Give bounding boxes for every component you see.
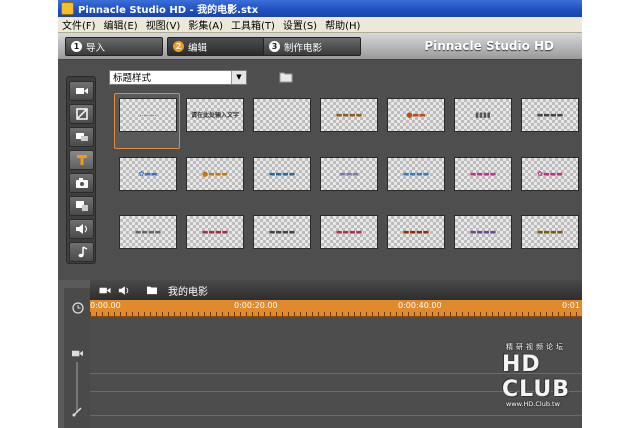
title-thumbnail[interactable]: ●▬▬ [387,98,445,132]
folder-icon[interactable] [146,285,158,295]
themes-button[interactable] [69,127,94,147]
menu-toolbox[interactable]: 工具箱(T) [227,17,279,32]
storyboard-view-icon[interactable] [98,285,112,296]
tab-import-label: 导入 [86,42,106,54]
title-thumbnail[interactable]: ▬▬▬▬ [454,157,512,191]
ruler-label: 0:00.00 [90,301,121,310]
timeline-header: 我的电影 [90,280,582,300]
music-note-icon [78,246,87,258]
title-bar: Pinnacle Studio HD - 我的电影.stx [58,0,582,17]
ruler-label: 0:00:20.00 [234,301,278,310]
title-thumbnail[interactable]: ▬▬▬▬ [119,215,177,249]
speaker-icon [75,224,87,234]
time-ruler[interactable]: 0:00.00 0:00:20.00 0:00:40.00 0:01 [90,300,582,317]
mode-tab-bar: 1 导入 2 编辑 3 制作电影 Pinnacle Studio HD [58,33,582,60]
menu-icon [75,201,88,211]
video-scenes-button[interactable] [69,81,94,101]
menu-edit[interactable]: 编辑(E) [100,17,142,32]
title-thumbnail[interactable]: ▬▬▬▬ [320,215,378,249]
menu-help[interactable]: 帮助(H) [321,17,364,32]
album-panel: 标题样式 ▼ ......... 请在此处输入文字 ▬▬▬▬ ●▬▬ ▮▮▮▮ … [58,60,582,280]
zoom-slider-track[interactable] [76,362,78,412]
watermark-logo: HD CLUB [502,352,571,402]
app-icon [61,2,74,15]
tab-import-number: 1 [71,41,82,52]
tab-edit-label: 编辑 [188,42,208,54]
scissors-icon[interactable] [71,406,83,418]
menu-file[interactable]: 文件(F) [58,17,100,32]
still-images-button[interactable] [69,173,94,193]
disc-menus-button[interactable] [69,196,94,216]
title-thumbnail[interactable]: ▬▬▬▬ [521,215,579,249]
timeline-left-tools [64,288,90,428]
music-button[interactable] [69,242,94,262]
title-category-dropdown[interactable]: 标题样式 ▼ [109,70,247,85]
title-t-icon [76,155,87,165]
transitions-button[interactable] [69,104,94,124]
ruler-ticks [90,312,582,316]
title-thumbnail[interactable]: ✿▬▬ [119,157,177,191]
title-thumbnail[interactable]: 请在此处输入文字 [186,98,244,132]
tab-import[interactable]: 1 导入 [65,37,163,56]
tab-make-movie-number: 3 [269,41,280,52]
chevron-down-icon[interactable]: ▼ [231,71,246,84]
camera-icon [75,178,88,188]
title-thumbnail[interactable]: ▬▬▬▬ [454,215,512,249]
menu-view[interactable]: 视图(V) [142,17,185,32]
sound-effects-button[interactable] [69,219,94,239]
ruler-label: 0:00:40.00 [398,301,442,310]
title-thumbnail[interactable]: ▬▬▬▬ [521,98,579,132]
video-track-icon [72,350,83,357]
titles-button[interactable] [69,150,94,170]
tab-make-movie-label: 制作电影 [284,42,323,54]
hdclub-watermark: 精研视频论坛 HD CLUB www.HD.Club.tw [502,340,592,420]
album-tool-strip [66,76,96,264]
title-thumbnail[interactable] [253,98,311,132]
dropdown-value: 标题样式 [113,73,152,84]
video-camera-icon [75,88,88,94]
menu-album[interactable]: 影集(A) [184,17,227,32]
title-thumbnail[interactable]: ▬▬▬ [320,157,378,191]
tab-edit[interactable]: 2 编辑 [167,37,265,56]
movie-title: 我的电影 [168,286,208,298]
tab-make-movie[interactable]: 3 制作电影 [263,37,361,56]
tab-edit-number: 2 [173,41,184,52]
speaker-icon[interactable] [118,285,130,296]
theme-icon [75,133,88,141]
title-thumbnail[interactable]: ......... [119,98,177,132]
folder-icon[interactable] [279,71,293,83]
transition-icon [75,108,88,120]
watermark-url: www.HD.Club.tw [506,400,560,408]
title-thumbnail[interactable]: ▬▬▬▬ [320,98,378,132]
ruler-label: 0:01 [562,301,580,310]
title-thumbnail[interactable]: ▬▬▬▬ [253,215,311,249]
brand-logo: Pinnacle Studio HD [424,39,554,53]
watermark-small-text: 精研视频论坛 [506,343,566,351]
title-thumbnail[interactable]: ▮▮▮▮ [454,98,512,132]
clock-icon[interactable] [72,302,84,314]
menu-settings[interactable]: 设置(S) [279,17,321,32]
menu-bar: 文件(F) 编辑(E) 视图(V) 影集(A) 工具箱(T) 设置(S) 帮助(… [58,17,582,33]
title-thumbnail[interactable]: ▬▬▬▬ [387,215,445,249]
title-thumbnail[interactable]: ●▬▬▬ [186,157,244,191]
title-thumbnail[interactable]: ▬▬▬▬ [387,157,445,191]
title-thumbnail[interactable]: ▬▬▬▬ [186,215,244,249]
window-title: Pinnacle Studio HD - 我的电影.stx [78,5,259,16]
title-thumbnail[interactable]: ▬▬▬▬ [253,157,311,191]
title-thumbnail[interactable]: ✿▬▬▬ [521,157,579,191]
